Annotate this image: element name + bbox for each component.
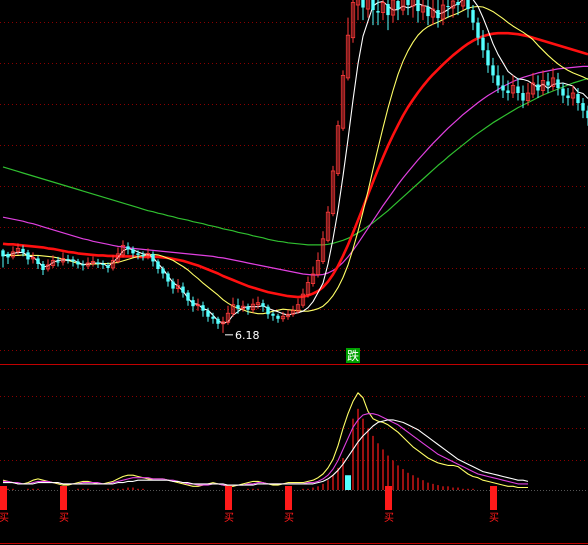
buy-signal-label: 买 (489, 512, 499, 524)
candle-body-down (481, 37, 485, 51)
candle-body-down (6, 253, 10, 258)
candle-body-down (471, 10, 475, 23)
candle-body-down (161, 268, 165, 274)
candle-body-down (156, 261, 160, 269)
signal-badge: 跌 (346, 348, 360, 363)
buy-signal-bar (285, 486, 292, 510)
candle-body-down (436, 10, 440, 19)
candle-body-down (211, 316, 215, 319)
candle-body-down (501, 85, 505, 91)
candle-body-down (126, 246, 130, 250)
candle-body-down (371, 0, 375, 11)
candle-body-down (261, 303, 265, 307)
candle-body-down (171, 281, 175, 289)
candle-body-down (131, 249, 135, 254)
candle-body-down (26, 252, 30, 260)
candle-body-down (556, 79, 560, 88)
candle-body-down (41, 263, 45, 270)
candle-body-down (361, 0, 365, 8)
candle-body-down (271, 313, 275, 316)
buy-signal-label: 买 (0, 512, 9, 524)
candle-body-down (236, 305, 240, 309)
buy-signal-bar (385, 486, 392, 510)
candle-body-down (151, 253, 155, 262)
candle-body-down (426, 7, 430, 17)
candle-body-down (186, 292, 190, 301)
candle-body-down (456, 2, 460, 6)
candle-body-down (106, 265, 110, 268)
candle-body-down (546, 81, 550, 86)
candle-body-down (81, 264, 85, 266)
candle-body-down (266, 306, 270, 315)
buy-signal-label: 买 (284, 512, 294, 524)
candle-body-down (246, 306, 250, 310)
candle-body-down (566, 95, 570, 99)
buy-signal-label: 买 (384, 512, 394, 524)
candle-body-down (476, 22, 480, 38)
candle-body-down (386, 4, 390, 16)
candle-body-down (496, 75, 500, 86)
candle-body-down (71, 259, 75, 262)
candle-body-down (536, 84, 540, 91)
candle-body-down (396, 1, 400, 10)
buy-signal-label: 买 (59, 512, 69, 524)
stock-chart: 6.18 买 买 买 买 买 买 跌 (0, 0, 588, 545)
buy-signal-label: 买 (224, 512, 234, 524)
candle-body-down (466, 0, 470, 10)
candle-body-down (141, 254, 145, 257)
candle-body-down (36, 258, 40, 264)
candle-body-down (521, 93, 525, 101)
low-annotation-label: 6.18 (235, 329, 260, 342)
candle-body-down (201, 305, 205, 311)
buy-signal-bar (490, 486, 497, 510)
buy-signal-bar (60, 486, 67, 510)
candle-body-down (76, 261, 80, 265)
candle-body-down (416, 0, 420, 12)
candle-body-down (21, 248, 25, 253)
candle-body-down (581, 103, 585, 111)
signal-badge-label: 跌 (347, 348, 359, 363)
candle-body-down (486, 50, 490, 66)
buy-signal-bar (0, 486, 7, 510)
candle-body-down (96, 262, 100, 264)
candle-body-down (181, 286, 185, 293)
candle-body-down (446, 6, 450, 8)
candle-body-down (1, 250, 5, 257)
candle-body-down (276, 315, 280, 319)
candle-body-down (136, 253, 140, 255)
buy-signal-bar (225, 486, 232, 510)
candle-body-down (561, 88, 565, 96)
candle-body-down (406, 0, 410, 6)
candle-body-down (101, 263, 105, 265)
candle-body-down (516, 86, 520, 94)
candle-body-down (576, 94, 580, 104)
candle-body-down (491, 65, 495, 76)
indicator-bar-highlight (345, 475, 351, 490)
candle-body-down (166, 273, 170, 282)
candle-body-down (506, 90, 510, 94)
candle-body-down (216, 318, 220, 324)
candle-body-down (376, 11, 380, 13)
candle-body-down (66, 258, 70, 260)
candle-body-down (191, 300, 195, 307)
candle-body-down (56, 261, 60, 263)
candle-body-down (206, 310, 210, 317)
